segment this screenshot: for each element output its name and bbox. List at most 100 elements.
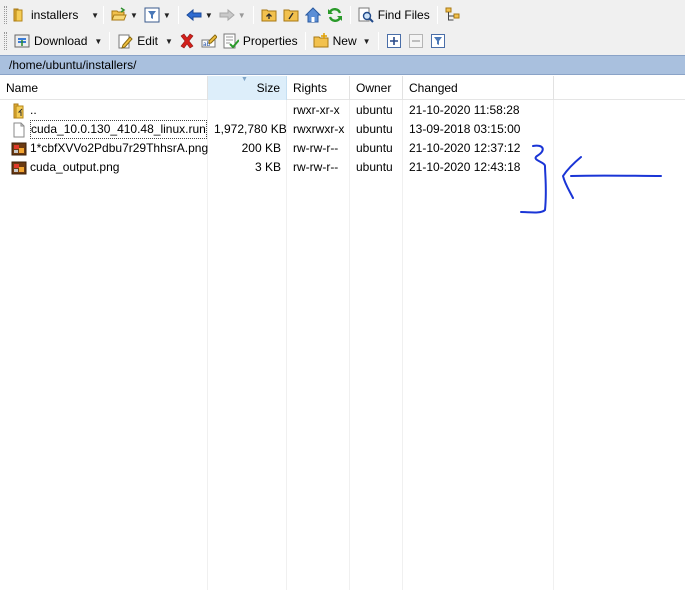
new-folder-icon xyxy=(313,33,329,49)
path-combo[interactable]: installers ▼ xyxy=(11,5,99,25)
filter-icon xyxy=(144,7,160,23)
changed-cell: 13-09-2018 03:15:00 xyxy=(409,122,521,136)
owner-cell: ubuntu xyxy=(356,141,393,155)
toolbar-separator xyxy=(377,32,379,50)
column-header-name[interactable]: Name xyxy=(0,76,208,100)
tree-view-button[interactable] xyxy=(442,4,464,26)
file-name: 1*cbfXVVo2Pdbu7r29ThhsrA.png xyxy=(30,141,208,155)
rights-cell: rw-rw-r-- xyxy=(293,141,339,155)
download-icon xyxy=(14,33,30,49)
find-files-label: Find Files xyxy=(377,8,430,22)
image-file-icon xyxy=(11,141,27,157)
size-cell: 1,972,780 KB xyxy=(214,122,287,136)
table-row[interactable]: cuda_10.0.130_410.48_linux.run 1,972,780… xyxy=(0,120,685,139)
toolbar-separator xyxy=(103,6,104,24)
sort-arrow-icon: ▼ xyxy=(241,76,248,83)
parent-folder-icon xyxy=(11,103,27,119)
chevron-down-icon[interactable]: ▼ xyxy=(363,37,371,46)
back-button[interactable]: ▼ xyxy=(183,4,216,26)
toolbar-grip[interactable] xyxy=(4,6,7,24)
file-list[interactable]: Name Size Rights Owner Changed ▼ .. rwxr… xyxy=(0,76,685,590)
chevron-down-icon[interactable]: ▼ xyxy=(205,11,213,20)
rights-cell: rw-rw-r-- xyxy=(293,160,339,174)
column-header-rights[interactable]: Rights xyxy=(287,76,350,100)
back-arrow-icon xyxy=(186,7,202,23)
owner-cell: ubuntu xyxy=(356,160,393,174)
chevron-down-icon[interactable]: ▼ xyxy=(94,37,102,46)
unselect-files-button[interactable] xyxy=(405,30,427,52)
size-cell xyxy=(208,101,287,120)
column-header-owner[interactable]: Owner xyxy=(350,76,403,100)
delete-button[interactable] xyxy=(176,30,198,52)
open-folder-icon xyxy=(111,7,127,23)
root-directory-button[interactable] xyxy=(280,4,302,26)
size-cell: 3 KB xyxy=(254,160,281,174)
toolbar-separator xyxy=(349,6,351,24)
plus-icon xyxy=(386,33,402,49)
column-header-changed[interactable]: Changed xyxy=(403,76,554,100)
parent-directory-button[interactable] xyxy=(258,4,280,26)
rights-cell: rwxrwxr-x xyxy=(293,122,345,136)
navigation-toolbar: installers ▼ ▼ ▼ ▼ ▼ Find Files xyxy=(0,2,464,28)
refresh-icon xyxy=(327,7,343,23)
path-combo-label: installers xyxy=(31,8,79,22)
new-button[interactable]: New ▼ xyxy=(310,30,374,52)
download-button[interactable]: Download ▼ xyxy=(11,30,105,52)
changed-cell: 21-10-2020 11:58:28 xyxy=(409,103,520,117)
changed-cell: 21-10-2020 12:43:18 xyxy=(409,160,521,174)
image-file-icon xyxy=(11,160,27,176)
chevron-down-icon[interactable]: ▼ xyxy=(163,11,171,20)
home-directory-button[interactable] xyxy=(302,4,324,26)
toolbar-separator xyxy=(304,32,306,50)
forward-button[interactable]: ▼ xyxy=(216,4,249,26)
chevron-down-icon[interactable]: ▼ xyxy=(91,11,99,20)
edit-button[interactable]: Edit ▼ xyxy=(114,30,176,52)
name-cell: 1*cbfXVVo2Pdbu7r29ThhsrA.png xyxy=(0,139,208,158)
open-directory-button[interactable]: ▼ xyxy=(108,4,141,26)
parent-folder-icon xyxy=(261,7,277,23)
new-label: New xyxy=(332,34,357,48)
select-files-button[interactable] xyxy=(383,30,405,52)
rename-icon: ab xyxy=(201,33,217,49)
folder-icon xyxy=(11,7,27,23)
rights-cell: rwxr-xr-x xyxy=(293,103,340,117)
chevron-down-icon[interactable]: ▼ xyxy=(238,11,246,20)
table-row[interactable]: .. rwxr-xr-x ubuntu 21-10-2020 11:58:28 xyxy=(0,101,685,120)
invert-selection-button[interactable] xyxy=(427,30,449,52)
file-name: .. xyxy=(30,103,37,117)
toolbar-separator xyxy=(177,6,179,24)
toolbar-grip[interactable] xyxy=(4,32,7,50)
name-cell: cuda_10.0.130_410.48_linux.run xyxy=(0,120,208,139)
owner-cell: ubuntu xyxy=(356,122,393,136)
toolbar-separator xyxy=(252,6,254,24)
properties-button[interactable]: Properties xyxy=(220,30,301,52)
delete-icon xyxy=(179,33,195,49)
toolbar-separator xyxy=(109,32,111,50)
minus-icon xyxy=(408,33,424,49)
chevron-down-icon[interactable]: ▼ xyxy=(130,11,138,20)
filter-icon xyxy=(430,33,446,49)
column-header-filler xyxy=(554,76,685,100)
name-cell: .. xyxy=(0,101,208,120)
properties-label: Properties xyxy=(242,34,298,48)
edit-label: Edit xyxy=(137,34,158,48)
tree-icon xyxy=(445,7,461,23)
file-toolbar: Download ▼ Edit ▼ ab Properties New ▼ xyxy=(0,28,449,54)
find-files-button[interactable]: Find Files xyxy=(355,4,433,26)
refresh-button[interactable] xyxy=(324,4,346,26)
chevron-down-icon[interactable]: ▼ xyxy=(165,37,173,46)
path-address-bar[interactable]: /home/ubuntu/installers/ xyxy=(0,55,685,75)
toolbar-area: installers ▼ ▼ ▼ ▼ ▼ Find Files Download… xyxy=(0,0,685,55)
rename-button[interactable]: ab xyxy=(198,30,220,52)
table-row[interactable]: 1*cbfXVVo2Pdbu7r29ThhsrA.png 200 KB rw-r… xyxy=(0,139,685,158)
name-cell: cuda_output.png xyxy=(0,158,208,177)
file-name: cuda_10.0.130_410.48_linux.run xyxy=(30,120,207,139)
file-rows: .. rwxr-xr-x ubuntu 21-10-2020 11:58:28 … xyxy=(0,101,685,177)
file-list-header: Name Size Rights Owner Changed xyxy=(0,76,685,100)
find-files-icon xyxy=(358,7,374,23)
root-folder-icon xyxy=(283,7,299,23)
download-label: Download xyxy=(34,34,88,48)
size-cell: 200 KB xyxy=(241,141,281,155)
table-row[interactable]: cuda_output.png 3 KB rw-rw-r-- ubuntu 21… xyxy=(0,158,685,177)
filter-button[interactable]: ▼ xyxy=(141,4,174,26)
